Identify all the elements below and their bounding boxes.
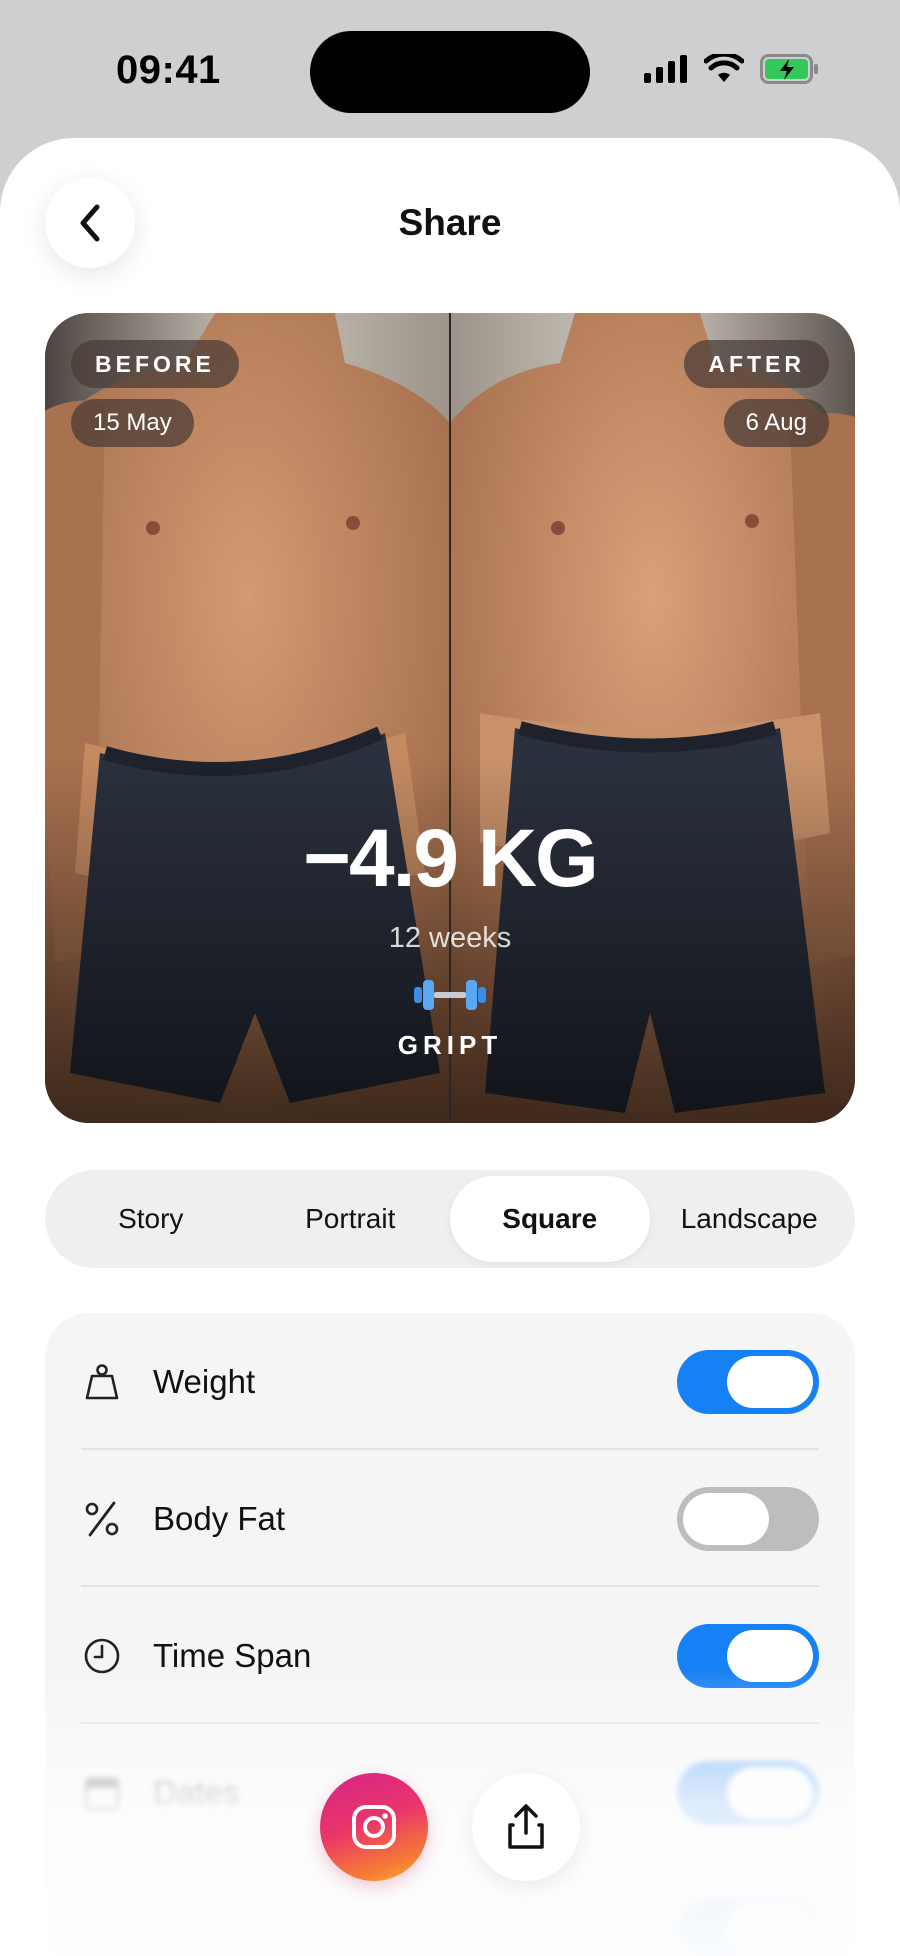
before-badge: BEFORE: [71, 340, 239, 388]
option-label-weight: Weight: [153, 1362, 256, 1400]
clock-icon: [81, 1635, 123, 1677]
format-square[interactable]: Square: [450, 1176, 650, 1262]
dumbbell-icon: [414, 980, 486, 1010]
option-row-body-fat: Body Fat: [45, 1450, 855, 1587]
body-fat-toggle[interactable]: [677, 1486, 819, 1551]
share-system-button[interactable]: [472, 1773, 580, 1881]
option-row-time-span: Time Span: [45, 1587, 855, 1724]
option-row-dates: Dates: [45, 1724, 855, 1861]
nav-bar: Share: [0, 138, 900, 308]
share-instagram-button[interactable]: [320, 1773, 428, 1881]
battery-charging-icon: [760, 54, 818, 84]
share-preview-card: BEFORE 15 May AFTER 6 Aug −4.9 KG 12 wee…: [45, 313, 855, 1123]
brand-name: GRIPT: [397, 1030, 503, 1060]
calendar-icon: [81, 1772, 123, 1814]
format-landscape[interactable]: Landscape: [650, 1176, 850, 1262]
wifi-icon: [704, 54, 744, 82]
display-options-list: Weight Body Fat Time Span Dates: [45, 1313, 855, 1956]
weight-change-value: −4.9 KG: [303, 813, 599, 904]
share-icon: [508, 1804, 544, 1849]
option-label-time-span: Time Span: [153, 1636, 312, 1674]
instagram-icon: [352, 1805, 396, 1849]
weight-icon: [81, 1361, 123, 1403]
dates-toggle[interactable]: [677, 1760, 819, 1825]
weight-toggle[interactable]: [677, 1349, 819, 1414]
format-portrait[interactable]: Portrait: [251, 1176, 451, 1262]
format-segmented-control: Story Portrait Square Landscape: [45, 1170, 855, 1268]
option-label-body-fat: Body Fat: [153, 1499, 286, 1537]
status-bar: 09:41: [0, 0, 900, 140]
duration-label: 12 weeks: [388, 922, 512, 954]
share-sheet: Share BEFORE 15 May AFTER 6 Aug −4.9 KG …: [0, 138, 900, 1956]
status-icons: [644, 54, 820, 84]
status-time: 09:41: [116, 48, 221, 92]
time-span-toggle[interactable]: [677, 1623, 819, 1688]
obscured-toggle[interactable]: [677, 1897, 819, 1956]
percent-icon: [81, 1498, 123, 1540]
dynamic-island: [310, 31, 590, 113]
after-date: 6 Aug: [723, 399, 829, 447]
option-row-obscured: [45, 1861, 855, 1956]
option-label-dates: Dates: [153, 1773, 240, 1811]
cellular-signal-icon: [644, 55, 687, 83]
progress-stats: −4.9 KG 12 weeks GRIPT: [45, 818, 855, 1061]
option-row-weight: Weight: [45, 1313, 855, 1450]
before-date: 15 May: [71, 399, 194, 447]
after-badge: AFTER: [684, 340, 829, 388]
page-title: Share: [398, 202, 502, 243]
format-story[interactable]: Story: [51, 1176, 251, 1262]
